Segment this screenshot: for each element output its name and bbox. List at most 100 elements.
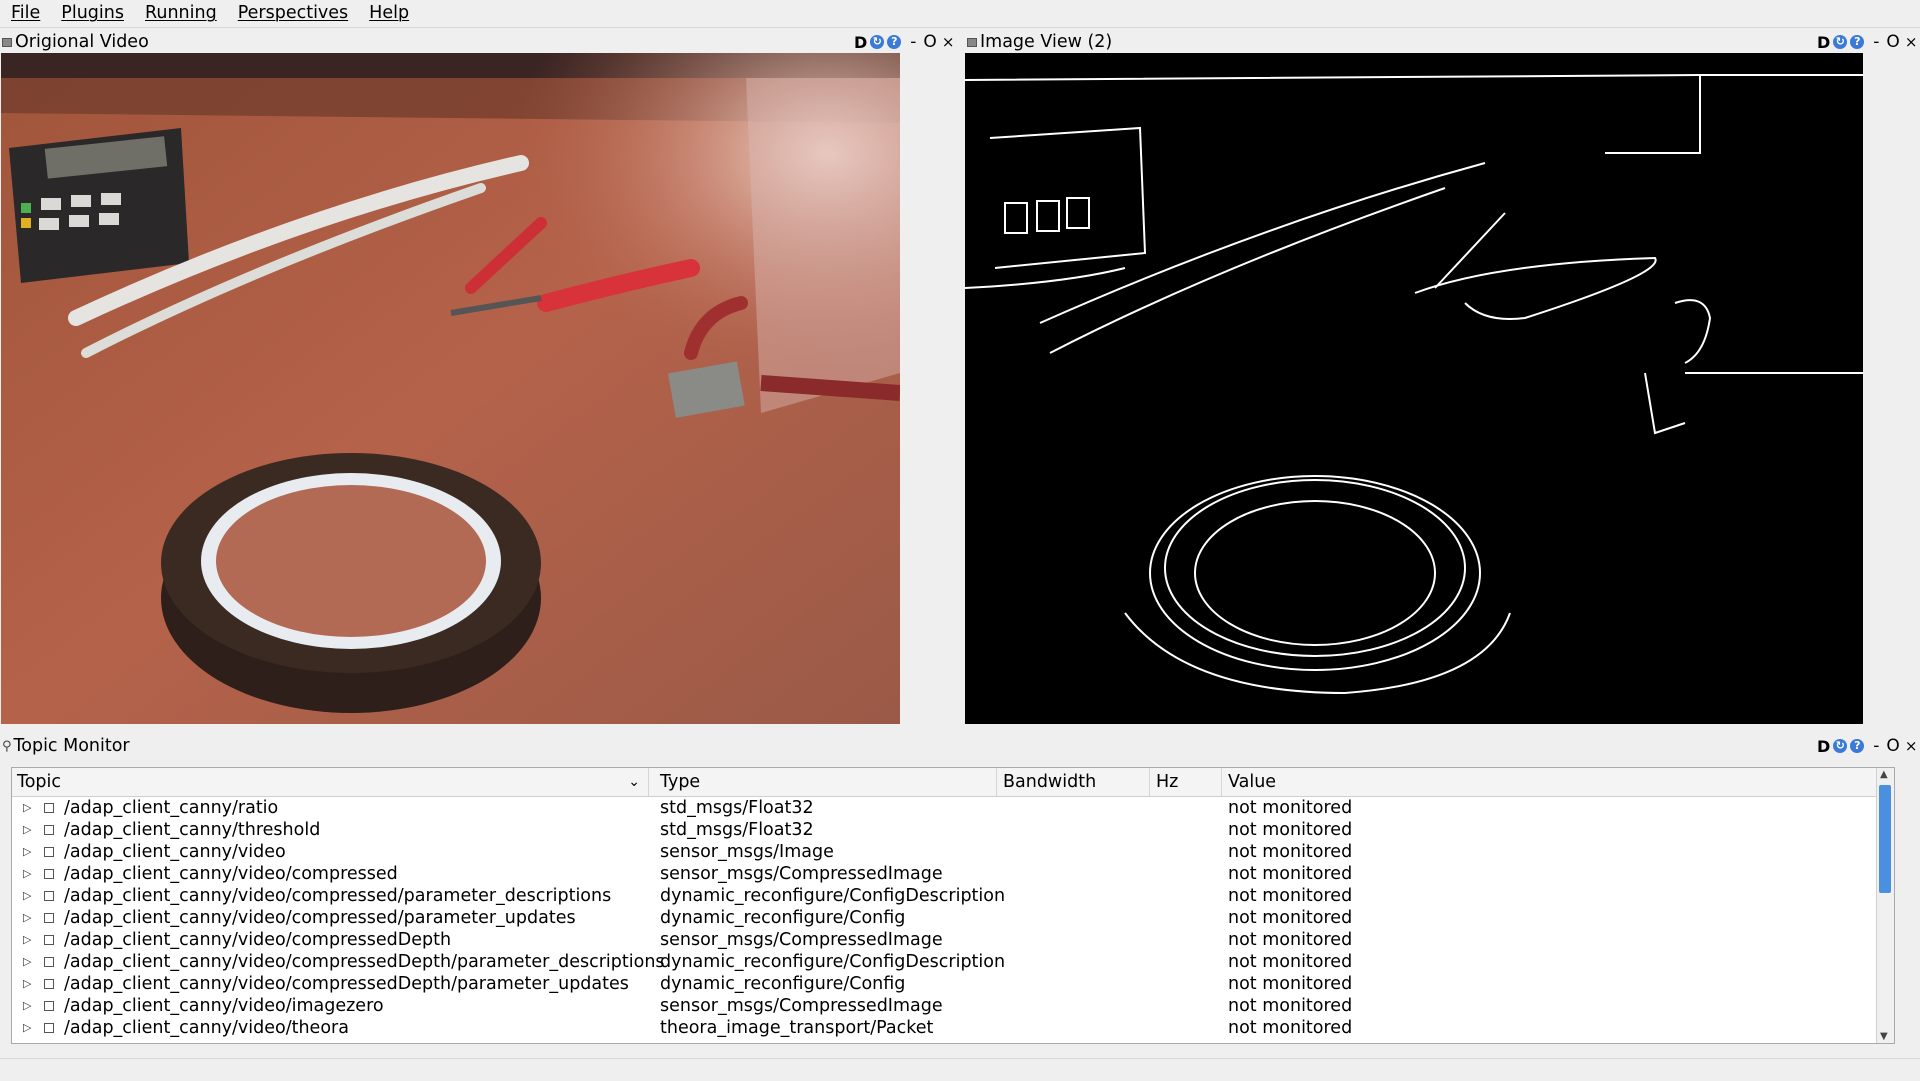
monitor-checkbox[interactable] [44, 803, 54, 813]
dock-float-button[interactable]: O [1886, 32, 1899, 52]
cell-type: sensor_msgs/CompressedImage [660, 996, 943, 1016]
expand-arrow-icon[interactable]: ▷ [23, 819, 31, 841]
cell-topic: /adap_client_canny/ratio [64, 798, 279, 818]
chevron-down-icon[interactable]: ⌄ [628, 768, 640, 796]
dock-float-button[interactable]: O [1886, 736, 1899, 756]
cell-value: not monitored [1228, 864, 1353, 884]
expand-arrow-icon[interactable]: ▷ [23, 863, 31, 885]
table-row[interactable]: ▷ /adap_client_canny/video/compressed sens… [12, 863, 1888, 885]
menu-running[interactable]: Running [134, 0, 227, 27]
dock-controls-image-view: D ↻ ? - O × [1817, 29, 1917, 55]
dock-minimize-button[interactable]: - [1873, 736, 1879, 756]
dock-minimize-button[interactable]: - [1873, 32, 1879, 52]
dock-d-button[interactable]: D [854, 33, 867, 52]
refresh-icon[interactable]: ↻ [1833, 739, 1848, 753]
original-video-image [1, 53, 900, 724]
monitor-checkbox[interactable] [44, 847, 54, 857]
monitor-checkbox[interactable] [44, 891, 54, 901]
cell-type: std_msgs/Float32 [660, 820, 814, 840]
column-header-label: Type [660, 772, 701, 792]
refresh-icon[interactable]: ↻ [1833, 35, 1848, 49]
expand-arrow-icon[interactable]: ▷ [23, 973, 31, 995]
cell-topic: /adap_client_canny/video/compressed/para… [64, 886, 612, 906]
scrollbar-thumb[interactable] [1879, 785, 1891, 893]
table-row[interactable]: ▷ /adap_client_canny/video/compressedDept… [12, 951, 1888, 973]
refresh-icon[interactable]: ↻ [870, 35, 885, 49]
monitor-checkbox[interactable] [44, 825, 54, 835]
help-icon[interactable]: ? [1850, 739, 1865, 753]
monitor-checkbox[interactable] [44, 979, 54, 989]
cell-value: not monitored [1228, 1018, 1353, 1038]
image-view-canvas[interactable] [965, 53, 1863, 724]
monitor-checkbox[interactable] [44, 913, 54, 923]
dock-d-button[interactable]: D [1817, 33, 1830, 52]
table-row[interactable]: ▷ /adap_client_canny/ratio std_msgs/Float3… [12, 797, 1888, 819]
scroll-up-icon[interactable]: ▲ [1880, 769, 1888, 780]
column-header-topic[interactable]: Topic ⌄ [12, 768, 649, 796]
column-header-label: Topic [17, 772, 62, 792]
column-header-type[interactable]: Type [655, 768, 997, 796]
monitor-checkbox[interactable] [44, 1001, 54, 1011]
dock-title-text: Image View (2) [980, 32, 1113, 52]
search-icon: ⚲ [2, 738, 12, 754]
window-icon [967, 37, 977, 47]
cell-topic: /adap_client_canny/video/theora [64, 1018, 349, 1038]
expand-arrow-icon[interactable]: ▷ [23, 797, 31, 819]
monitor-checkbox[interactable] [44, 935, 54, 945]
dock-float-button[interactable]: O [923, 32, 936, 52]
scroll-down-icon[interactable]: ▼ [1880, 1031, 1888, 1042]
topic-table[interactable]: Topic ⌄ Type Bandwidth Hz Value ▷ /adap_c… [11, 767, 1895, 1044]
dock-title-original-video[interactable]: Origional Video [0, 29, 149, 55]
help-icon[interactable]: ? [887, 35, 902, 49]
cell-type: dynamic_reconfigure/ConfigDescription [660, 886, 1006, 906]
cell-value: not monitored [1228, 996, 1353, 1016]
expand-arrow-icon[interactable]: ▷ [23, 1017, 31, 1039]
expand-arrow-icon[interactable]: ▷ [23, 995, 31, 1017]
table-row[interactable]: ▷ /adap_client_canny/video/compressedDept… [12, 929, 1888, 951]
cell-topic: /adap_client_canny/video/compressed [64, 864, 398, 884]
cell-value: not monitored [1228, 974, 1353, 994]
cell-value: not monitored [1228, 952, 1353, 972]
close-icon[interactable]: × [1905, 737, 1918, 755]
dock-title-topic-monitor[interactable]: ⚲ Topic Monitor [0, 733, 130, 759]
column-header-label: Value [1228, 772, 1277, 792]
dock-minimize-button[interactable]: - [910, 32, 916, 52]
table-row[interactable]: ▷ /adap_client_canny/video/compressed/par… [12, 885, 1888, 907]
expand-arrow-icon[interactable]: ▷ [23, 951, 31, 973]
expand-arrow-icon[interactable]: ▷ [23, 885, 31, 907]
menu-perspectives[interactable]: Perspectives [227, 0, 358, 27]
cell-topic: /adap_client_canny/video/compressedDepth… [64, 952, 665, 972]
dock-title-image-view[interactable]: Image View (2) [965, 29, 1112, 55]
dock-title-text: Origional Video [15, 32, 149, 52]
window-icon [2, 37, 12, 47]
column-header-value[interactable]: Value [1223, 768, 1888, 796]
menu-file[interactable]: File [0, 0, 50, 27]
help-icon[interactable]: ? [1850, 35, 1865, 49]
expand-arrow-icon[interactable]: ▷ [23, 841, 31, 863]
monitor-checkbox[interactable] [44, 1023, 54, 1033]
cell-value: not monitored [1228, 886, 1353, 906]
table-row[interactable]: ▷ /adap_client_canny/threshold std_msgs/Fl… [12, 819, 1888, 841]
column-header-bandwidth[interactable]: Bandwidth [998, 768, 1150, 796]
column-header-hz[interactable]: Hz [1151, 768, 1222, 796]
dock-d-button[interactable]: D [1817, 737, 1830, 756]
cell-type: theora_image_transport/Packet [660, 1018, 934, 1038]
close-icon[interactable]: × [1905, 33, 1918, 51]
expand-arrow-icon[interactable]: ▷ [23, 929, 31, 951]
cell-type: dynamic_reconfigure/ConfigDescription [660, 952, 1006, 972]
cell-value: not monitored [1228, 798, 1353, 818]
monitor-checkbox[interactable] [44, 869, 54, 879]
menu-help[interactable]: Help [358, 0, 419, 27]
dock-controls-topic-monitor: D ↻ ? - O × [1817, 733, 1917, 759]
expand-arrow-icon[interactable]: ▷ [23, 907, 31, 929]
table-row[interactable]: ▷ /adap_client_canny/video/imagezero senso… [12, 995, 1888, 1017]
monitor-checkbox[interactable] [44, 957, 54, 967]
vertical-scrollbar[interactable]: ▲ ▼ [1876, 768, 1894, 1043]
table-row[interactable]: ▷ /adap_client_canny/video/compressedDept… [12, 973, 1888, 995]
menu-plugins[interactable]: Plugins [50, 0, 134, 27]
table-row[interactable]: ▷ /adap_client_canny/video sensor_msgs/Ima… [12, 841, 1888, 863]
table-row[interactable]: ▷ /adap_client_canny/video/theora theora_i… [12, 1017, 1888, 1039]
original-video-view[interactable] [1, 53, 900, 724]
close-icon[interactable]: × [942, 33, 955, 51]
table-row[interactable]: ▷ /adap_client_canny/video/compressed/par… [12, 907, 1888, 929]
